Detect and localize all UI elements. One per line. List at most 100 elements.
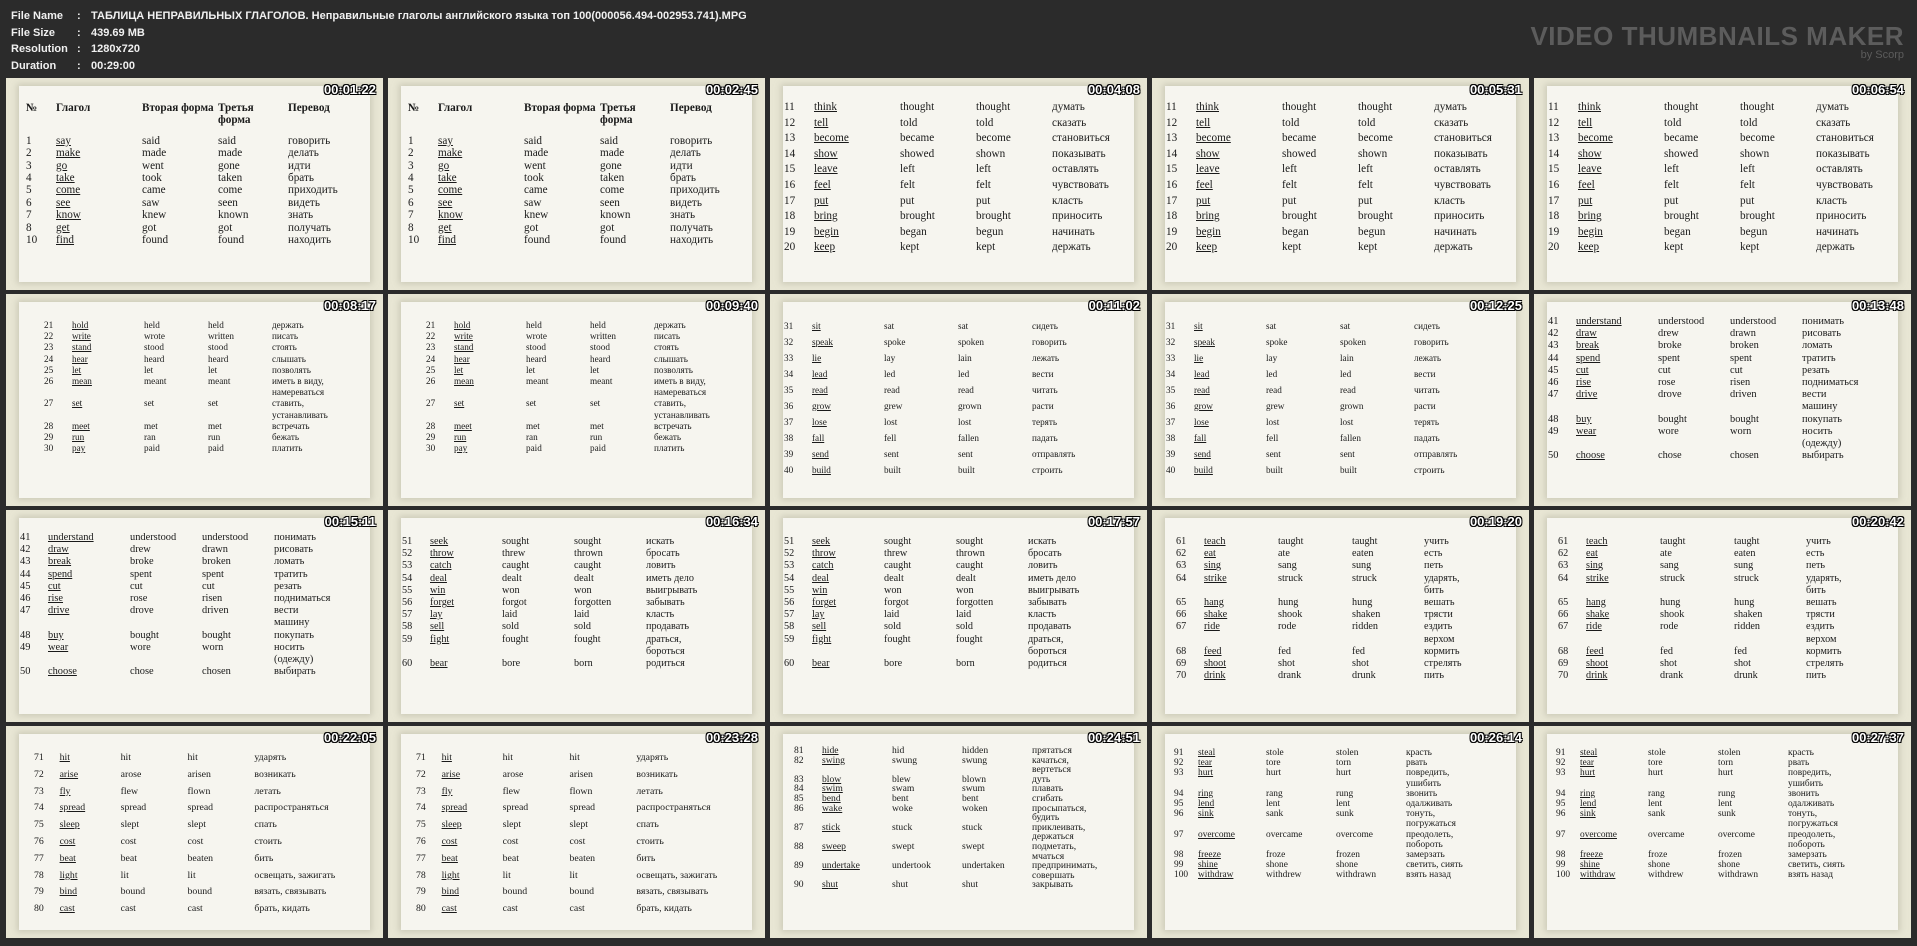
verb-infinitive: lay — [430, 609, 443, 621]
verb-infinitive: buy — [1576, 413, 1592, 425]
app-logo: VIDEO THUMBNAILS MAKER by Scorp — [1530, 22, 1904, 61]
verb-translation: резать — [1802, 364, 1830, 376]
verb-past-simple: withdrew — [1648, 870, 1684, 881]
video-thumbnail[interactable]: 00:13:48 41 understand understood understood… — [1534, 294, 1911, 506]
verb-number: 54 — [784, 572, 795, 584]
verb-translation: есть — [1424, 548, 1443, 560]
verb-past-simple: set — [144, 398, 155, 409]
verb-past-simple: came — [524, 184, 548, 197]
video-thumbnail[interactable]: 00:15:11 41 understand understood understood… — [6, 510, 383, 722]
video-thumbnail[interactable]: 00:11:02 31 sit sat sat сидеть 32 speak spoke spo… — [770, 294, 1147, 506]
video-thumbnail[interactable]: 00:04:08 11 think thought thought думать 12 tel… — [770, 78, 1147, 290]
video-thumbnail[interactable]: 00:20:42 61 teach taught taught учить 62 eat ate… — [1534, 510, 1911, 722]
verb-translation: держать — [1052, 241, 1091, 254]
table-row: 41 understand understood understood понимать — [1548, 316, 1882, 328]
verb-infinitive: run — [72, 432, 85, 443]
verb-past-simple: told — [900, 116, 918, 129]
verb-past-participle: sat — [1340, 321, 1351, 331]
verb-infinitive: go — [438, 159, 450, 172]
video-thumbnail[interactable]: 00:22:05 71 hit hit hit ударять 72 arise arose ar… — [6, 726, 383, 938]
verb-infinitive: sink — [1198, 809, 1214, 820]
verb-infinitive: lie — [812, 353, 822, 363]
verb-past-participle: known — [218, 209, 249, 222]
video-thumbnail[interactable]: 00:19:20 61 teach taught taught учить 62 eat ate… — [1152, 510, 1529, 722]
verb-number: 91 — [1556, 748, 1566, 758]
table-row: 45 cut cut cut резать — [20, 581, 354, 593]
verb-translation: бить — [254, 852, 274, 864]
table-row: 3 go went gone идти — [26, 160, 378, 172]
verb-number: 20 — [1548, 241, 1560, 254]
verb-past-simple: lit — [502, 869, 511, 881]
verb-past-simple: understood — [130, 532, 177, 543]
verb-infinitive: hit — [441, 752, 452, 763]
verb-number: 100 — [1174, 870, 1189, 881]
video-thumbnail[interactable]: 00:12:25 31 sit sat sat сидеть 32 speak spoke spo… — [1152, 294, 1529, 506]
table-row: 68 feed fed fed кормить — [1558, 646, 1896, 658]
irregular-verbs-table: 41 understand understood understood понимать… — [20, 532, 354, 678]
verb-number: 71 — [34, 752, 44, 763]
header-second-form: Вторая форма — [142, 102, 214, 114]
verb-past-simple: stood — [526, 342, 546, 353]
verb-past-participle: begun — [1740, 225, 1768, 238]
video-thumbnail[interactable]: 00:09:40 21 hold held held держать 22 write wrot… — [388, 294, 765, 506]
table-row: 100 withdraw withdrew withdrawn взять назад — [1174, 870, 1496, 880]
verb-number: 45 — [1548, 364, 1559, 376]
verb-infinitive: light — [441, 869, 460, 881]
verb-past-participle: put — [1358, 194, 1373, 207]
verb-infinitive: lay — [812, 609, 825, 621]
video-thumbnail[interactable]: 00:27:37 91 steal stole stolen красть 92 tear to… — [1534, 726, 1911, 938]
irregular-verbs-table: 21 hold held held держать 22 write wrote written… — [44, 320, 362, 454]
table-row: 69 shoot shot shot стрелять — [1176, 658, 1514, 670]
video-thumbnail[interactable]: 00:26:14 91 steal stole stolen красть 92 tear to… — [1152, 726, 1529, 938]
verb-number: 66 — [1558, 609, 1569, 621]
verb-past-participle: stolen — [1718, 748, 1741, 758]
video-thumbnail[interactable]: 00:23:28 71 hit hit hit ударять 72 arise arose ar… — [388, 726, 765, 938]
video-thumbnail[interactable]: 00:05:31 11 think thought thought думать 12 tel… — [1152, 78, 1529, 290]
verb-past-participle: ridden — [1734, 621, 1761, 633]
verb-past-simple: shook — [1660, 609, 1685, 621]
table-row: 78 light lit lit освещать, зажигать — [34, 868, 383, 885]
verb-translation: показывать — [1052, 147, 1106, 160]
verb-number: 61 — [1176, 536, 1187, 547]
table-row: 16 feel felt felt чувствовать — [1548, 178, 1906, 194]
video-thumbnail[interactable]: 00:01:22 № Глагол Вторая форма Третья форма П… — [6, 78, 383, 290]
verb-translation: ударять — [254, 752, 287, 763]
verb-past-participle: spread — [569, 802, 596, 814]
verb-past-simple: fell — [1266, 433, 1279, 443]
verb-translation: выигрывать — [646, 584, 698, 596]
verb-infinitive: know — [438, 209, 463, 222]
verb-past-simple: showed — [1664, 147, 1699, 160]
verb-number: 76 — [34, 835, 44, 847]
verb-number: 13 — [1166, 132, 1178, 145]
video-thumbnail[interactable]: 00:08:17 21 hold held held держать 22 write wrot… — [6, 294, 383, 506]
verb-number: 21 — [426, 320, 436, 330]
verb-past-simple: undertook — [892, 860, 931, 872]
verb-infinitive: fall — [812, 433, 825, 443]
verb-past-participle: brought — [976, 210, 1011, 223]
verb-past-simple: read — [884, 385, 900, 395]
verb-infinitive: eat — [1204, 548, 1216, 560]
video-thumbnail[interactable]: 00:06:54 11 think thought thought думать 12 tel… — [1534, 78, 1911, 290]
table-row: 88 sweep swept swept подметать, мчаться — [794, 842, 1122, 861]
verb-translation: ловить — [646, 560, 676, 572]
verb-translation: видеть — [670, 196, 702, 209]
video-thumbnail[interactable]: 00:02:45 № Глагол Вторая форма Третья форма П… — [388, 78, 765, 290]
table-row: 17 put put put класть — [1548, 194, 1906, 210]
verb-infinitive: seek — [812, 536, 831, 547]
table-row: 52 throw threw thrown бросать — [784, 548, 1118, 560]
verb-past-simple: became — [900, 132, 935, 145]
video-thumbnail[interactable]: 00:17:57 51 seek sought sought искать 52 throw t… — [770, 510, 1147, 722]
verb-past-participle: chosen — [1730, 450, 1759, 462]
verb-past-simple: spoke — [1266, 337, 1288, 347]
verb-past-simple: withdrew — [1266, 870, 1302, 881]
verb-number: 26 — [426, 376, 436, 387]
video-thumbnail[interactable]: 00:16:34 51 seek sought sought искать 52 throw t… — [388, 510, 765, 722]
verb-translation: приносить — [1434, 210, 1485, 223]
verb-past-simple: shone — [1266, 860, 1288, 871]
video-thumbnail[interactable]: 00:24:51 81 hide hid hidden прятаться 82 swing s… — [770, 726, 1147, 938]
verb-number: 33 — [784, 353, 794, 363]
verb-translation: рисовать — [274, 544, 313, 556]
irregular-verbs-table: 71 hit hit hit ударять 72 arise arose arisen возн… — [34, 750, 383, 918]
verb-number: 77 — [416, 852, 426, 864]
verb-past-participle: made — [600, 147, 625, 160]
